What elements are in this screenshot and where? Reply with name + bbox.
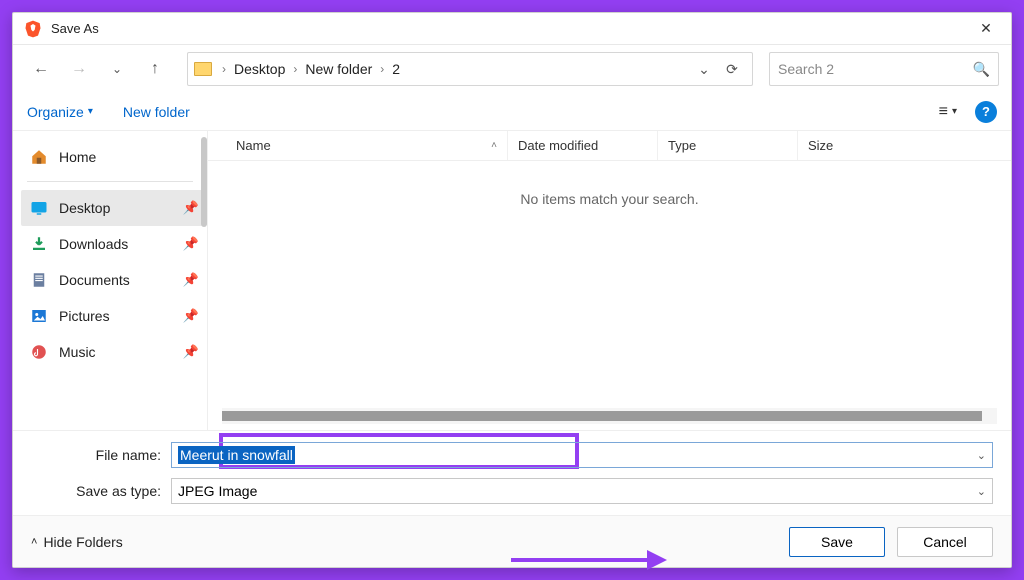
pin-icon: 📌 <box>183 200 199 216</box>
cancel-button[interactable]: Cancel <box>897 527 993 557</box>
address-dropdown[interactable]: ⌄ <box>690 61 718 78</box>
breadcrumb[interactable]: 2 <box>388 61 404 77</box>
hide-folders-toggle[interactable]: ˄ Hide Folders <box>31 534 123 550</box>
sidebar-item-pictures[interactable]: Pictures 📌 <box>21 298 207 334</box>
filename-input[interactable]: Meerut in snowfall ⌄ <box>171 442 993 468</box>
search-icon: 🔍 <box>973 61 990 78</box>
back-button[interactable]: ← <box>25 53 57 85</box>
titlebar: Save As ✕ <box>13 13 1011 45</box>
chevron-right-icon: › <box>218 62 230 76</box>
sidebar-item-home[interactable]: Home <box>21 139 207 175</box>
dropdown-caret-icon[interactable]: ⌄ <box>977 449 986 462</box>
sidebar-scrollbar[interactable] <box>201 137 207 227</box>
column-headers: Name ˄ Date modified Type Size <box>208 131 1011 161</box>
caret-down-icon: ▾ <box>88 106 93 117</box>
sidebar-item-documents[interactable]: Documents 📌 <box>21 262 207 298</box>
chevron-down-icon: ⌄ <box>112 62 122 76</box>
sort-indicator-icon: ˄ <box>491 140 497 151</box>
pin-icon: 📌 <box>183 272 199 288</box>
forward-button[interactable]: → <box>63 53 95 85</box>
new-folder-button[interactable]: New folder <box>123 104 190 120</box>
up-button[interactable]: ↑ <box>139 53 171 85</box>
folder-icon <box>194 62 212 76</box>
column-header-name[interactable]: Name ˄ <box>208 131 508 160</box>
horizontal-scrollbar[interactable] <box>222 408 997 424</box>
empty-state-message: No items match your search. <box>208 161 1011 408</box>
sidebar-item-label: Music <box>59 344 96 360</box>
navigation-bar: ← → ⌄ ↑ › Desktop › New folder › 2 ⌄ ⟳ S… <box>13 45 1011 93</box>
form-area: File name: Meerut in snowfall ⌄ Save as … <box>13 430 1011 515</box>
desktop-icon <box>29 198 49 218</box>
dialog-body: Home Desktop 📌 Downloads 📌 Documents 📌 P… <box>13 131 1011 430</box>
sidebar-item-downloads[interactable]: Downloads 📌 <box>21 226 207 262</box>
filename-label: File name: <box>31 447 171 463</box>
dialog-footer: ˄ Hide Folders Save Cancel <box>13 515 1011 567</box>
breadcrumb[interactable]: Desktop <box>230 61 289 77</box>
annotation-arrow <box>507 548 667 572</box>
organize-label: Organize <box>27 104 84 120</box>
refresh-button[interactable]: ⟳ <box>718 61 746 78</box>
home-icon <box>29 147 49 167</box>
sidebar-item-music[interactable]: Music 📌 <box>21 334 207 370</box>
column-header-size[interactable]: Size <box>798 131 1011 160</box>
pin-icon: 📌 <box>183 236 199 252</box>
organize-menu[interactable]: Organize ▾ <box>27 104 93 120</box>
pin-icon: 📌 <box>183 344 199 360</box>
address-bar[interactable]: › Desktop › New folder › 2 ⌄ ⟳ <box>187 52 753 86</box>
toolbar: Organize ▾ New folder ≡ ▾ ? <box>13 93 1011 131</box>
recent-locations-button[interactable]: ⌄ <box>101 53 133 85</box>
file-list-area: Name ˄ Date modified Type Size No items … <box>207 131 1011 430</box>
chevron-right-icon: › <box>376 62 388 76</box>
column-header-date[interactable]: Date modified <box>508 131 658 160</box>
search-input[interactable]: Search 2 🔍 <box>769 52 999 86</box>
savetype-value: JPEG Image <box>178 483 257 499</box>
breadcrumb[interactable]: New folder <box>301 61 376 77</box>
pin-icon: 📌 <box>183 308 199 324</box>
filename-value: Meerut in snowfall <box>178 446 295 464</box>
close-icon: ✕ <box>980 20 992 37</box>
music-icon <box>29 342 49 362</box>
list-icon: ≡ <box>939 103 948 121</box>
sidebar-item-label: Documents <box>59 272 130 288</box>
document-icon <box>29 270 49 290</box>
sidebar: Home Desktop 📌 Downloads 📌 Documents 📌 P… <box>13 131 207 430</box>
save-as-dialog: Save As ✕ ← → ⌄ ↑ › Desktop › New folder… <box>12 12 1012 568</box>
savetype-label: Save as type: <box>31 483 171 499</box>
help-button[interactable]: ? <box>975 101 997 123</box>
save-button[interactable]: Save <box>789 527 885 557</box>
chevron-up-icon: ˄ <box>31 536 37 548</box>
close-button[interactable]: ✕ <box>963 13 1009 45</box>
window-title: Save As <box>51 21 99 36</box>
dropdown-caret-icon[interactable]: ⌄ <box>977 485 986 498</box>
sidebar-separator <box>27 181 193 182</box>
picture-icon <box>29 306 49 326</box>
sidebar-item-desktop[interactable]: Desktop 📌 <box>21 190 207 226</box>
view-options-button[interactable]: ≡ ▾ <box>939 103 957 121</box>
sidebar-item-label: Pictures <box>59 308 110 324</box>
search-placeholder: Search 2 <box>778 61 834 77</box>
sidebar-item-label: Home <box>59 149 96 165</box>
savetype-select[interactable]: JPEG Image ⌄ <box>171 478 993 504</box>
sidebar-item-label: Desktop <box>59 200 110 216</box>
caret-down-icon: ▾ <box>952 106 957 117</box>
download-icon <box>29 234 49 254</box>
sidebar-item-label: Downloads <box>59 236 128 252</box>
chevron-right-icon: › <box>289 62 301 76</box>
column-header-type[interactable]: Type <box>658 131 798 160</box>
brave-icon <box>23 19 43 39</box>
